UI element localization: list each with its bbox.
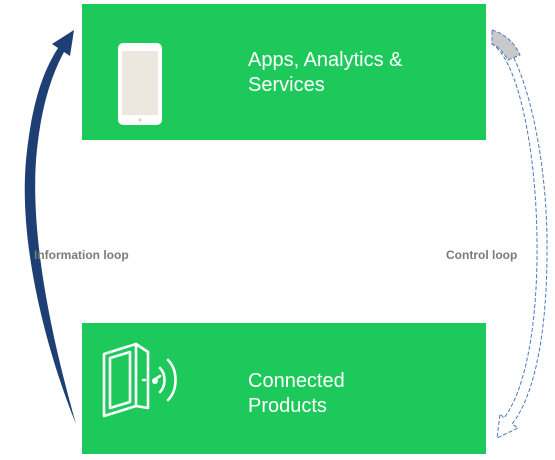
- control-loop-label: Control loop: [446, 248, 518, 262]
- apps-analytics-services-box: Apps, Analytics & Services: [82, 4, 486, 140]
- tablet-icon: [118, 43, 162, 125]
- information-loop-label: Information loop: [34, 248, 129, 262]
- control-loop-arrow: [491, 29, 548, 439]
- connected-products-box: Connected Products: [82, 323, 486, 454]
- smart-door-icon: [102, 342, 177, 418]
- control-loop-arrow-head-fill: [491, 29, 521, 61]
- box-label-apps-analytics-services: Apps, Analytics & Services: [248, 49, 403, 96]
- box-label-connected-products: Connected Products: [248, 370, 345, 417]
- information-loop-arrow: [24, 30, 76, 424]
